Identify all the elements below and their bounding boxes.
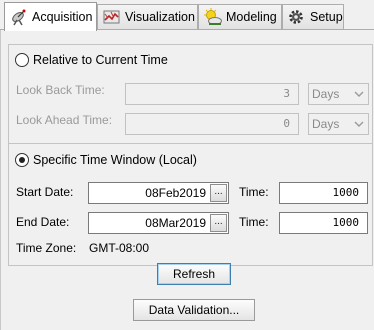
visualization-map-icon (102, 8, 122, 26)
end-time-input[interactable]: 1000 (279, 212, 368, 234)
end-date-label: End Date: (16, 215, 70, 229)
acquisition-panel: Relative to Current Time Look Back Time:… (0, 30, 374, 330)
tab-acquisition[interactable]: Acquisition (4, 2, 97, 31)
tab-modeling[interactable]: Modeling (198, 4, 282, 29)
tab-label: Modeling (226, 10, 277, 24)
end-date-value: 08Mar2019 (145, 216, 206, 230)
timezone-label: Time Zone: (16, 241, 77, 255)
start-date-label: Start Date: (16, 185, 74, 199)
tab-label: Acquisition (32, 10, 93, 24)
specific-time-group: Specific Time Window (Local) Start Date:… (8, 143, 373, 266)
look-back-input[interactable]: 3 (125, 83, 299, 105)
satellite-dish-icon (9, 8, 29, 26)
end-date-picker-button[interactable]: ... (210, 214, 227, 232)
look-ahead-unit-value: Days (312, 117, 340, 131)
look-back-unit-select[interactable]: Days (308, 83, 369, 105)
specific-time-radio[interactable]: Specific Time Window (Local) (15, 153, 197, 167)
radio-checked-icon[interactable] (15, 153, 29, 167)
look-ahead-unit-select[interactable]: Days (308, 113, 369, 135)
look-ahead-input[interactable]: 0 (125, 113, 299, 135)
start-date-input[interactable]: 08Feb2019 ... (88, 182, 229, 204)
timezone-value: GMT-08:00 (89, 241, 150, 255)
start-time-label: Time: (239, 185, 269, 199)
modeling-sun-cloud-icon (203, 8, 223, 26)
start-date-value: 08Feb2019 (145, 186, 206, 200)
relative-time-label: Relative to Current Time (33, 53, 168, 67)
data-validation-button[interactable]: Data Validation... (133, 299, 255, 321)
look-back-unit-value: Days (312, 87, 340, 101)
radio-unchecked-icon[interactable] (15, 53, 29, 67)
look-back-label: Look Back Time: (16, 83, 105, 97)
gear-icon (287, 8, 307, 26)
chevron-down-icon (354, 91, 364, 97)
start-time-input[interactable]: 1000 (279, 182, 368, 204)
tab-label: Setup (310, 10, 343, 24)
tab-label: Visualization (125, 10, 195, 24)
tab-setup[interactable]: Setup (282, 4, 344, 29)
look-ahead-label: Look Ahead Time: (16, 113, 113, 127)
end-date-input[interactable]: 08Mar2019 ... (88, 212, 229, 234)
specific-time-label: Specific Time Window (Local) (33, 153, 197, 167)
tab-visualization[interactable]: Visualization (97, 4, 198, 29)
relative-time-radio[interactable]: Relative to Current Time (15, 53, 168, 67)
chevron-down-icon (354, 121, 364, 127)
refresh-button[interactable]: Refresh (157, 263, 231, 285)
start-date-picker-button[interactable]: ... (210, 184, 227, 202)
tab-bar: Acquisition Visualization Modeling Setup (0, 0, 374, 31)
end-time-label: Time: (239, 215, 269, 229)
